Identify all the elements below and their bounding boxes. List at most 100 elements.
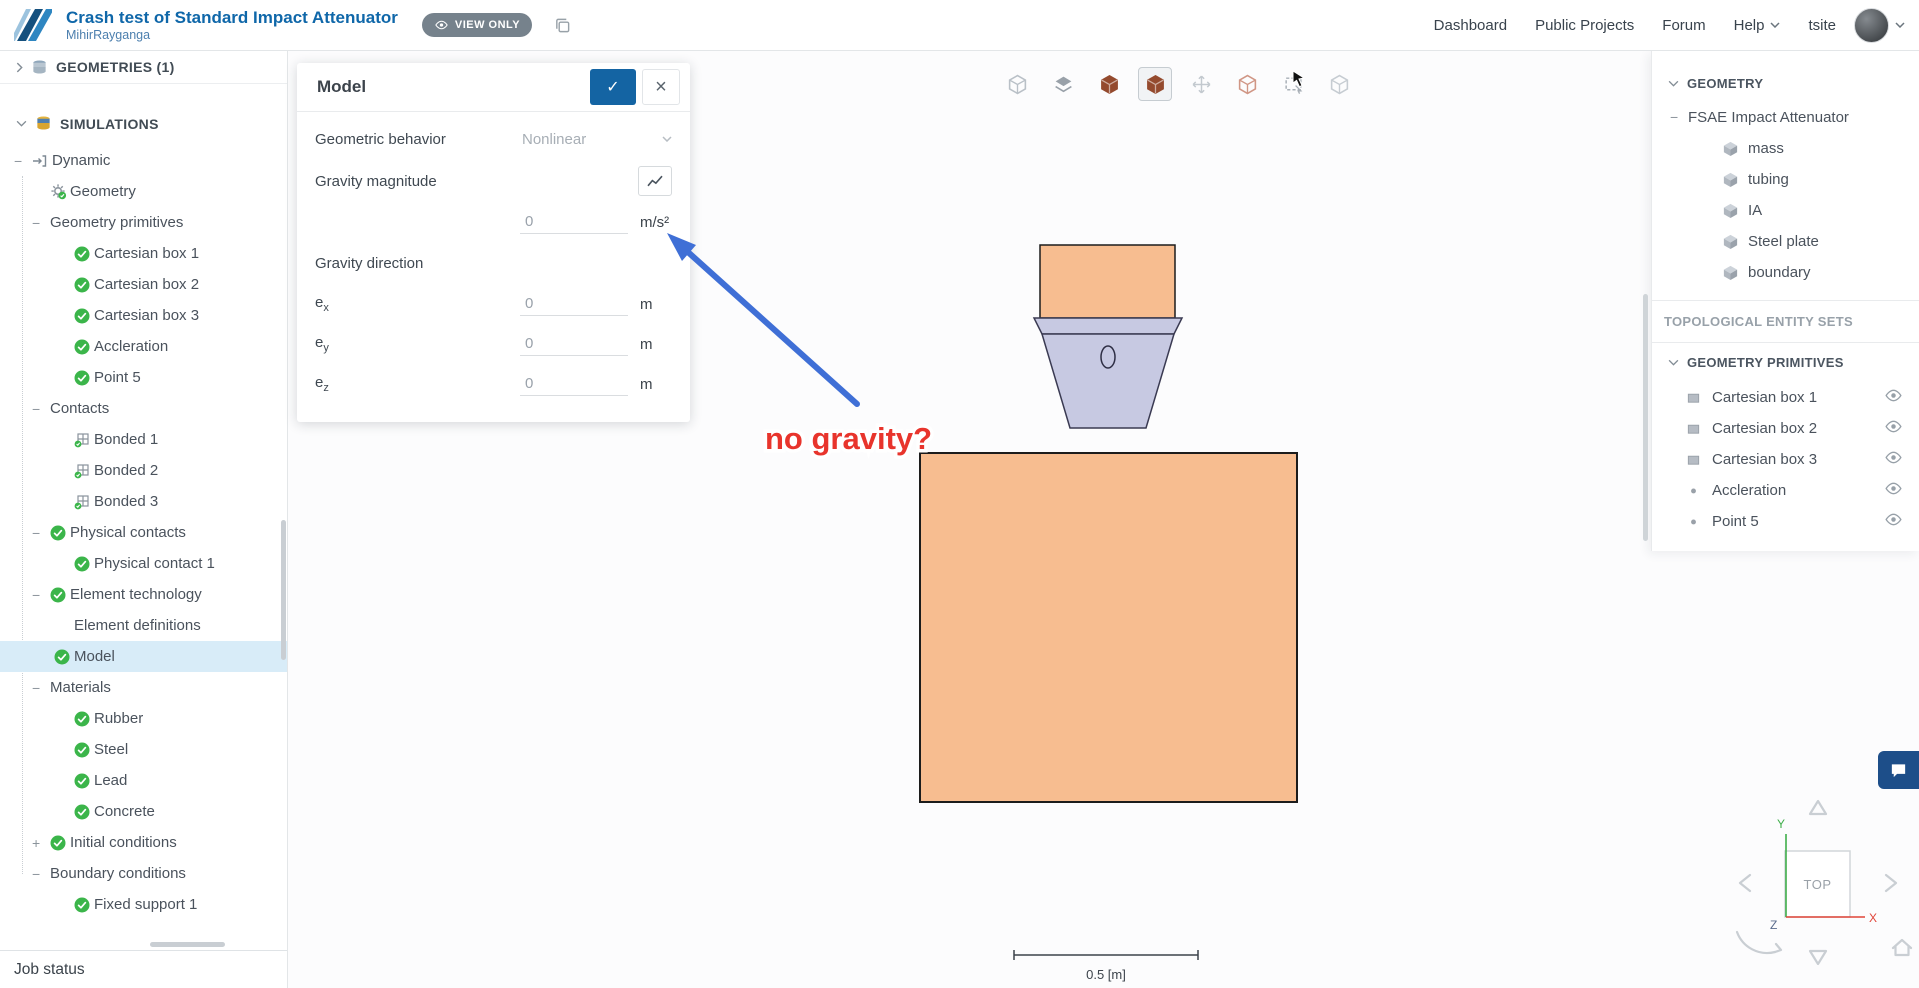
geometries-section[interactable]: GEOMETRIES (1) [0,51,287,84]
geometry-part-boundary[interactable]: boundary [1652,257,1919,288]
geometry-part-ia[interactable]: IA [1652,195,1919,226]
tree-item-steel[interactable]: Steel [0,734,287,765]
rotate-left-arrow[interactable] [1738,873,1752,893]
geometry-part-mass[interactable]: mass [1652,133,1919,164]
visibility-eye-icon[interactable] [1884,513,1903,526]
minus-expander-icon[interactable]: − [32,525,50,541]
tree-item-contacts[interactable]: − Contacts [0,393,287,424]
impactor-cone[interactable] [1040,333,1176,429]
geometric-behavior-label: Geometric behavior [315,130,446,148]
tree-item-model[interactable]: Model [0,641,287,672]
tree-item-cartesian-box-2[interactable]: Cartesian box 2 [0,269,287,300]
tree-item-lead[interactable]: Lead [0,765,287,796]
tree-item-rubber[interactable]: Rubber [0,703,287,734]
tree-item-physical-contact-1[interactable]: Physical contact 1 [0,548,287,579]
tree-item-initial-conditions[interactable]: + Initial conditions [0,827,287,858]
topological-sets-header[interactable]: TOPOLOGICAL ENTITY SETS [1652,300,1919,342]
impactor-mass-block[interactable] [1039,244,1176,319]
primitive-cartesian-box-3[interactable]: Cartesian box 3 [1652,444,1919,475]
geometry-root-item[interactable]: − FSAE Impact Attenuator [1652,101,1919,133]
ez-input[interactable] [520,372,628,396]
rotate-up-arrow[interactable] [1808,799,1828,816]
geometry-part-tubing[interactable]: tubing [1652,164,1919,195]
primitive-cartesian-box-2[interactable]: Cartesian box 2 [1652,413,1919,444]
tree-item-concrete[interactable]: Concrete [0,796,287,827]
project-owner[interactable]: MihirRayganga [66,28,398,42]
tree-item-physical-contacts[interactable]: − Physical contacts [0,517,287,548]
nav-forum[interactable]: Forum [1662,17,1705,34]
visibility-eye-icon[interactable] [1884,482,1903,495]
geometry-primitives-header[interactable]: GEOMETRY PRIMITIVES [1652,342,1919,382]
primitive-accleration[interactable]: Accleration [1652,475,1919,506]
nav-dashboard[interactable]: Dashboard [1434,17,1507,34]
minus-expander-icon[interactable]: − [32,680,50,696]
tree-item-element-definitions[interactable]: Element definitions [0,610,287,641]
simscale-logo-icon[interactable] [14,6,52,44]
tree-item-dynamic[interactable]: − Dynamic [0,145,287,176]
textured-view-icon [1145,74,1166,95]
tree-item-bonded-2[interactable]: Bonded 2 [0,455,287,486]
tree-item-label: Dynamic [52,152,111,169]
home-view-icon[interactable] [1891,938,1913,957]
primitive-point-5[interactable]: Point 5 [1652,506,1919,537]
chevron-down-icon[interactable] [1895,22,1905,28]
tree-item-bonded-1[interactable]: Bonded 1 [0,424,287,455]
minus-expander-icon[interactable]: − [14,153,32,169]
attenuator-block[interactable] [919,452,1298,803]
ex-input[interactable] [520,292,628,316]
tree-item-boundary-conditions[interactable]: − Boundary conditions [0,858,287,889]
minus-expander-icon[interactable]: − [32,866,50,882]
toolbar-textured-view-button[interactable] [1138,67,1172,101]
tree-item-geometry[interactable]: Geometry [0,176,287,207]
rotate-right-arrow[interactable] [1884,873,1898,893]
ey-input[interactable] [520,332,628,356]
project-title[interactable]: Crash test of Standard Impact Attenuator [66,8,398,28]
impactor-plate[interactable] [1032,317,1184,335]
toolbar-section-view-button[interactable] [1046,67,1080,101]
geometry-section-header[interactable]: GEOMETRY [1652,65,1919,101]
gravity-magnitude-input[interactable] [520,210,628,234]
tree-item-materials[interactable]: − Materials [0,672,287,703]
geometric-behavior-select[interactable]: Nonlinear [522,131,672,148]
plus-expander-icon[interactable]: + [32,835,50,851]
user-avatar[interactable] [1854,7,1889,43]
tree-item-fixed-support-1[interactable]: Fixed support 1 [0,889,287,920]
minus-expander-icon[interactable]: − [32,215,50,231]
nav-help[interactable]: Help [1734,17,1781,34]
rotate-down-arrow[interactable] [1808,949,1828,966]
toolbar-visibility-options-button[interactable] [1322,67,1356,101]
visibility-eye-icon[interactable] [1884,451,1903,464]
tree-item-accleration[interactable]: Accleration [0,331,287,362]
nav-tsite[interactable]: tsite [1808,17,1836,34]
minus-expander-icon[interactable]: − [1670,109,1688,125]
apply-button[interactable]: ✓ [590,69,636,105]
horizontal-scrollbar[interactable] [150,942,225,947]
tree-item-cartesian-box-3[interactable]: Cartesian box 3 [0,300,287,331]
vertical-scrollbar[interactable] [281,520,286,660]
toolbar-fit-view-button[interactable] [1000,67,1034,101]
visibility-eye-icon[interactable] [1884,389,1903,402]
nav-public-projects[interactable]: Public Projects [1535,17,1634,34]
copy-project-icon[interactable] [554,17,571,34]
rotate-roll-arrow[interactable] [1735,930,1777,955]
tree-item-cartesian-box-1[interactable]: Cartesian box 1 [0,238,287,269]
minus-expander-icon[interactable]: − [32,587,50,603]
tree-item-bonded-3[interactable]: Bonded 3 [0,486,287,517]
geometry-part-steel-plate[interactable]: Steel plate [1652,226,1919,257]
primitive-cartesian-box-1[interactable]: Cartesian box 1 [1652,382,1919,413]
close-panel-button[interactable]: × [642,69,680,105]
job-status-bar[interactable]: Job status [0,950,287,988]
tree-item-element-technology[interactable]: − Element technology [0,579,287,610]
table-input-button[interactable] [638,166,672,196]
toolbar-wireframe-view-button[interactable] [1230,67,1264,101]
chat-button[interactable] [1878,751,1919,789]
simulations-section[interactable]: SIMULATIONS [0,107,287,140]
tree-item-point-5[interactable]: Point 5 [0,362,287,393]
toolbar-box-select-button[interactable] [1276,67,1310,101]
toolbar-pan-view-button[interactable] [1184,67,1218,101]
visibility-eye-icon[interactable] [1884,420,1903,433]
tree-item-geometry-primitives[interactable]: − Geometry primitives [0,207,287,238]
minus-expander-icon[interactable]: − [32,401,50,417]
toolbar-solid-view-button[interactable] [1092,67,1126,101]
panel-scrollbar[interactable] [1643,294,1648,541]
